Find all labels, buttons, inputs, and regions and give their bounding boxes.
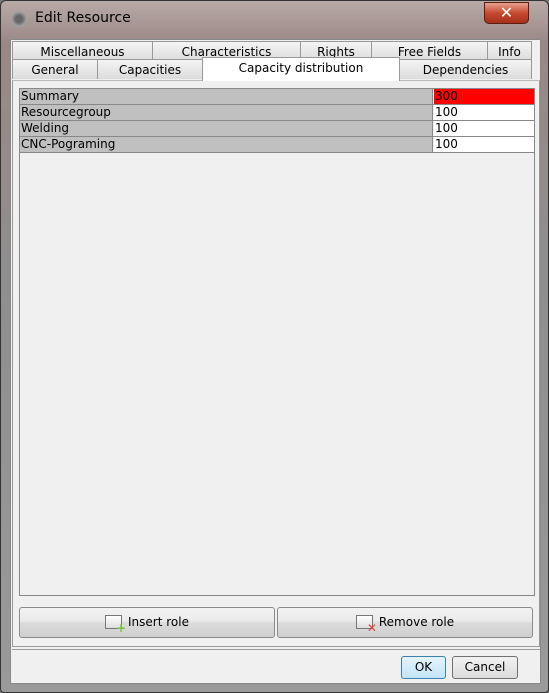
tab-general[interactable]: General xyxy=(12,59,98,79)
dialog-client: Miscellaneous Characteristics Rights Fre… xyxy=(10,39,541,684)
window-title: Edit Resource xyxy=(35,10,131,26)
row-value[interactable]: 100 xyxy=(434,105,534,120)
remove-role-label: Remove role xyxy=(378,615,455,629)
row-label: Summary xyxy=(20,89,433,104)
capacity-table: Summary 300 Resourcegroup 100 Welding 10… xyxy=(19,88,535,596)
row-value[interactable]: 300 xyxy=(434,89,534,104)
close-button[interactable]: ✕ xyxy=(484,2,529,24)
tab-panel: Summary 300 Resourcegroup 100 Welding 10… xyxy=(12,80,540,647)
row-value[interactable]: 100 xyxy=(434,121,534,136)
remove-window-icon: ✕ xyxy=(355,614,377,634)
remove-role-button[interactable]: ✕ Remove role xyxy=(277,607,533,638)
insert-role-label: Insert role xyxy=(128,615,189,629)
close-icon: ✕ xyxy=(499,3,514,22)
tab-capacity-distribution[interactable]: Capacity distribution xyxy=(202,57,400,81)
dialog-window: Edit Resource ✕ Miscellaneous Characteri… xyxy=(0,0,549,693)
dialog-button-bar: OK Cancel xyxy=(12,649,540,683)
app-gear-icon xyxy=(11,11,27,27)
tab-dependencies[interactable]: Dependencies xyxy=(399,59,532,79)
insert-role-button[interactable]: + Insert role xyxy=(19,607,275,638)
cancel-button[interactable]: Cancel xyxy=(452,656,518,679)
row-label: Resourcegroup xyxy=(20,105,433,120)
ok-button[interactable]: OK xyxy=(401,656,446,679)
table-row[interactable]: Resourcegroup 100 xyxy=(20,105,534,121)
tab-miscellaneous[interactable]: Miscellaneous xyxy=(12,41,153,61)
table-row[interactable]: CNC-Pograming 100 xyxy=(20,137,534,153)
table-row[interactable]: Welding 100 xyxy=(20,121,534,137)
row-label: CNC-Pograming xyxy=(20,137,433,152)
table-row[interactable]: Summary 300 xyxy=(20,89,534,105)
tab-info[interactable]: Info xyxy=(487,41,532,61)
row-value[interactable]: 100 xyxy=(434,137,534,152)
tab-capacities[interactable]: Capacities xyxy=(97,59,203,79)
insert-window-icon: + xyxy=(105,614,126,634)
row-label: Welding xyxy=(20,121,433,136)
